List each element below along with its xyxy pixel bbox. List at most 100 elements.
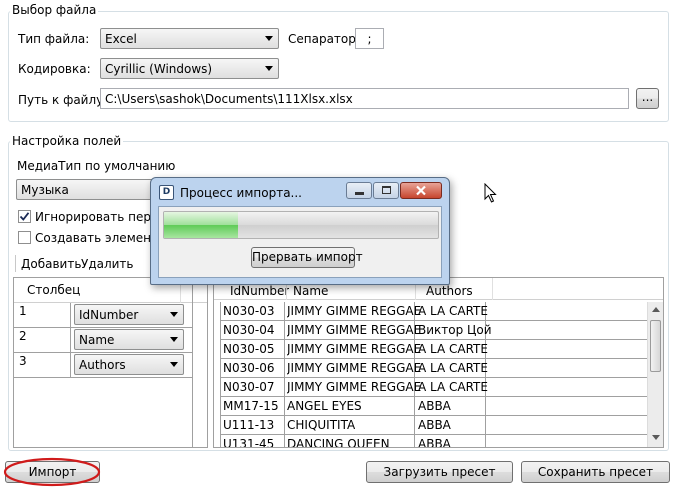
field-value: IdNumber xyxy=(79,308,139,322)
import-progress-bar xyxy=(163,211,439,239)
dialog-title: Процесс импорта... xyxy=(180,186,302,200)
cell-name: JIMMY GIMME REGGAE xyxy=(287,361,422,375)
mapping-column-header: Столбец xyxy=(27,283,81,297)
fields-settings-title: Настройка полей xyxy=(10,134,124,148)
header-authors[interactable]: Authors xyxy=(426,284,473,298)
row-index: 2 xyxy=(19,329,27,343)
table-row[interactable]: 3 Authors xyxy=(14,353,192,377)
scrollbar-thumb[interactable] xyxy=(650,320,661,372)
row-index: 3 xyxy=(19,354,27,368)
table-row[interactable]: 1 IdNumber xyxy=(14,303,192,327)
cell-name: JIMMY GIMME REGGAE xyxy=(287,380,422,394)
table-row[interactable]: U131-45 DANCING QUEEN ABBA xyxy=(221,435,647,448)
cell-authors: ABBA xyxy=(418,418,451,432)
chevron-down-icon xyxy=(265,36,273,41)
media-type-label: МедиаТип по умолчанию xyxy=(17,159,176,173)
import-progress-dialog: D Процесс импорта... Прервать импорт xyxy=(150,177,450,285)
media-type-combo[interactable]: Музыка xyxy=(16,179,166,200)
row-divider xyxy=(70,353,71,377)
table-row[interactable]: N030-03 JIMMY GIMME REGGAE A LA CARTE xyxy=(221,302,647,321)
table-row[interactable]: MM17-15 ANGEL EYES ABBA xyxy=(221,397,647,416)
cell-authors: A LA CARTE xyxy=(418,380,488,394)
chevron-down-icon xyxy=(170,312,178,317)
row-index: 1 xyxy=(19,304,27,318)
create-element-checkbox[interactable] xyxy=(18,231,31,244)
cell-idnumber: N030-07 xyxy=(223,380,275,394)
progress-fill xyxy=(164,212,238,238)
table-row[interactable]: N030-05 JIMMY GIMME REGGAE A LA CARTE xyxy=(221,340,647,359)
cell-idnumber: N030-05 xyxy=(223,342,275,356)
add-button[interactable]: Добавить xyxy=(21,257,81,271)
cell-idnumber: N030-06 xyxy=(223,361,275,375)
field-value: Authors xyxy=(79,358,126,372)
file-type-value: Excel xyxy=(105,32,137,46)
separator-label: Сепаратор xyxy=(288,32,356,46)
mapping-table: Столбец 1 IdNumber 2 Name 3 Authors xyxy=(13,277,208,448)
row-divider xyxy=(70,328,71,352)
scroll-up-arrow-icon[interactable] xyxy=(652,307,660,312)
cell-idnumber: N030-04 xyxy=(223,323,275,337)
cell-idnumber: N030-03 xyxy=(223,304,275,318)
abort-import-button[interactable]: Прервать импорт xyxy=(251,247,363,268)
cell-authors: Виктор Цой xyxy=(418,323,492,337)
table-row[interactable]: N030-06 JIMMY GIMME REGGAE A LA CARTE xyxy=(221,359,647,378)
table-row[interactable]: 2 Name xyxy=(14,328,192,352)
file-selection-title: Выбор файла xyxy=(10,3,99,17)
file-type-label: Тип файла: xyxy=(18,32,90,46)
field-combo[interactable]: Name xyxy=(74,329,184,350)
save-preset-button[interactable]: Сохранить пресет xyxy=(521,461,670,483)
media-type-value: Музыка xyxy=(21,183,69,197)
dialog-body: Прервать импорт xyxy=(158,206,442,278)
cell-authors: A LA CARTE xyxy=(418,361,488,375)
header-name[interactable]: Name xyxy=(293,284,328,298)
cell-name: ANGEL EYES xyxy=(287,399,362,413)
encoding-combo[interactable]: Cyrillic (Windows) xyxy=(100,58,279,79)
scroll-down-arrow-icon[interactable] xyxy=(652,435,660,440)
minimize-button[interactable] xyxy=(346,182,372,199)
close-icon xyxy=(416,185,426,196)
path-label: Путь к файлу: xyxy=(18,93,108,107)
cell-name: JIMMY GIMME REGGAE xyxy=(287,323,422,337)
maximize-button[interactable] xyxy=(373,182,399,199)
chevron-down-icon xyxy=(170,337,178,342)
cell-name: DANCING QUEEN xyxy=(287,437,390,448)
path-input[interactable]: C:\Users\sashok\Documents\111Xlsx.xlsx xyxy=(100,88,629,109)
delete-button[interactable]: Удалить xyxy=(81,257,134,271)
preview-scrollbar[interactable] xyxy=(647,302,663,447)
ignore-first-label: Игнорировать перву xyxy=(35,210,166,224)
browse-button[interactable]: ... xyxy=(636,88,659,109)
table-row[interactable]: N030-04 JIMMY GIMME REGGAE Виктор Цой xyxy=(221,321,647,340)
chevron-down-icon xyxy=(265,66,273,71)
encoding-value: Cyrillic (Windows) xyxy=(105,62,213,76)
vertical-divider xyxy=(192,278,193,447)
header-idnumber[interactable]: IdNumber xyxy=(230,284,289,298)
table-row[interactable]: U111-13 CHIQUITITA ABBA xyxy=(221,416,647,435)
cell-idnumber: U111-13 xyxy=(223,418,275,432)
load-preset-button[interactable]: Загрузить пресет xyxy=(366,461,513,483)
highlight-circle-annotation xyxy=(3,457,101,487)
preview-table: IdNumber Name Authors N030-03 JIMMY GIMM… xyxy=(213,277,664,448)
encoding-label: Кодировка: xyxy=(18,62,91,76)
preview-rows: N030-03 JIMMY GIMME REGGAE A LA CARTE N0… xyxy=(214,302,647,448)
close-button[interactable] xyxy=(400,182,442,199)
row-divider xyxy=(70,303,71,327)
cell-authors: ABBA xyxy=(418,437,451,448)
ignore-first-checkbox[interactable] xyxy=(18,210,31,223)
chevron-down-icon xyxy=(170,362,178,367)
table-row[interactable]: N030-07 JIMMY GIMME REGGAE A LA CARTE xyxy=(221,378,647,397)
cell-authors: ABBA xyxy=(418,399,451,413)
cell-name: CHIQUITITA xyxy=(287,418,356,432)
cell-idnumber: U131-45 xyxy=(223,437,275,448)
cell-name: JIMMY GIMME REGGAE xyxy=(287,304,422,318)
separator-input[interactable]: ; xyxy=(355,28,384,49)
toolbar-separator xyxy=(15,255,16,272)
field-combo[interactable]: Authors xyxy=(74,354,184,375)
mouse-cursor-icon xyxy=(484,183,497,203)
field-value: Name xyxy=(79,333,115,347)
cell-authors: A LA CARTE xyxy=(418,342,488,356)
maximize-icon xyxy=(382,186,391,194)
file-type-combo[interactable]: Excel xyxy=(100,28,279,49)
header-divider xyxy=(492,278,493,300)
checkmark-icon xyxy=(19,212,30,221)
field-combo[interactable]: IdNumber xyxy=(74,304,184,325)
